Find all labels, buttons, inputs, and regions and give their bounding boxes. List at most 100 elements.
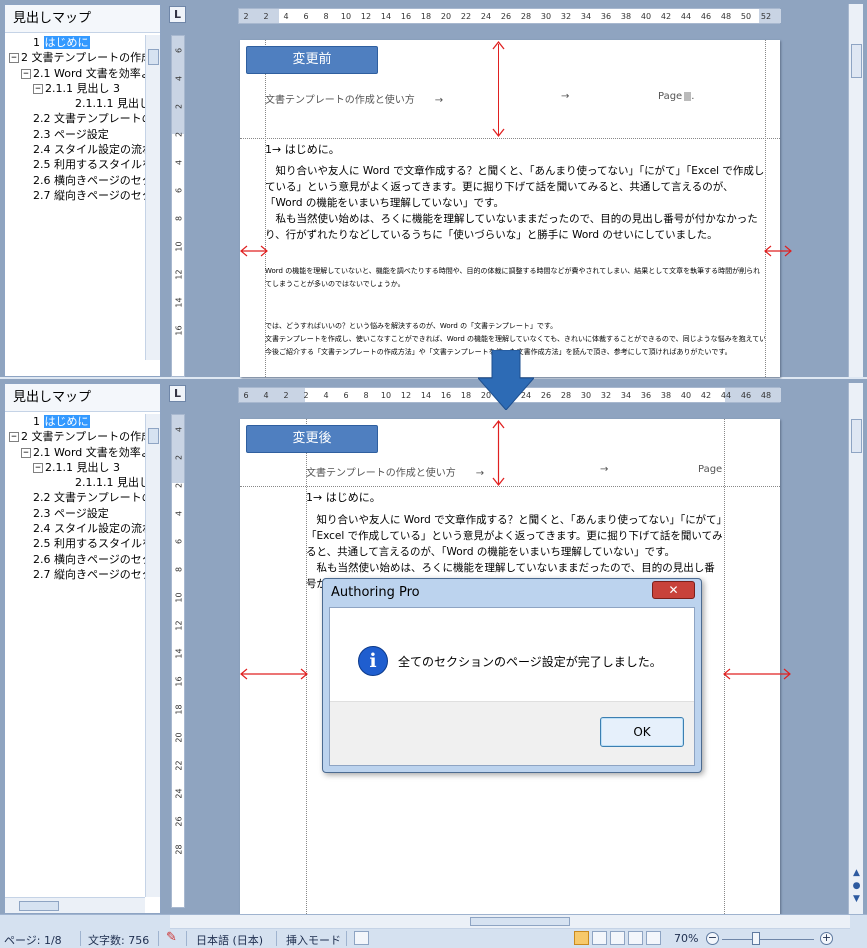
nav-vertical-scrollbar[interactable] [145, 414, 160, 897]
draft-view-button[interactable] [646, 931, 661, 945]
ruler-tick-label: 14 [174, 648, 184, 659]
scroll-thumb[interactable] [148, 49, 159, 65]
tree-item[interactable]: −2.1 Word 文書を効率よく作成 [5, 445, 145, 460]
tree-item[interactable]: 2.6 横向きページのセクション [5, 173, 145, 188]
collapse-icon[interactable]: − [9, 53, 19, 64]
vertical-ruler[interactable]: 4 2 2 4 6 8 10 12 14 16 18 20 22 24 26 28 [171, 414, 185, 908]
ruler-tick-label: 8 [323, 12, 329, 21]
print-layout-view-button[interactable] [574, 931, 589, 945]
tree-item[interactable]: −2 文書テンプレートの作成と使い方 [5, 50, 145, 65]
tree-item[interactable]: 2.5 利用するスタイルを設定 [5, 157, 145, 172]
tree-item[interactable]: 2.7 縦向きページのセクション [5, 188, 145, 203]
zoom-slider[interactable] [722, 939, 814, 940]
scroll-thumb[interactable] [470, 917, 570, 926]
ruler-tick-label: 36 [640, 391, 652, 400]
ruler-tick-label: 6 [303, 12, 309, 21]
ruler-tick-label: 10 [174, 241, 184, 252]
insert-mode-indicator[interactable]: 挿入モード [286, 932, 341, 948]
collapse-icon[interactable]: − [21, 68, 31, 79]
tree-item[interactable]: −2.1.1 見出し 3 [5, 81, 145, 96]
tree-item-number: 2.5 [33, 537, 51, 551]
ruler-tick-label: 14 [420, 391, 432, 400]
ruler-tick-label: 6 [243, 391, 249, 400]
tree-item[interactable]: 2.4 スタイル設定の流れ [5, 142, 145, 157]
ruler-tick-label: 16 [400, 12, 412, 21]
ruler-tick-label: 44 [720, 391, 732, 400]
horizontal-ruler[interactable]: 2 2 4 6 8 10 12 14 16 18 20 22 24 26 28 30 32 34 36 38 40 42 4… [238, 8, 781, 24]
web-layout-view-button[interactable] [610, 931, 625, 945]
ok-button[interactable]: OK [600, 717, 684, 747]
tree-item-label: ページ設定 [54, 127, 109, 141]
ruler-tick-label: 8 [174, 215, 184, 222]
tree-item-number: 2.4 [33, 143, 51, 157]
ruler-tick-label: 12 [360, 12, 372, 21]
outline-view-button[interactable] [628, 931, 643, 945]
tree-item[interactable]: 2.1.1.1 見出し 4 [5, 96, 145, 111]
document-vertical-scrollbar[interactable] [848, 4, 863, 377]
tree-item[interactable]: 2.6 横向きページのセクション [5, 552, 145, 567]
ruler-tick-label: 18 [174, 704, 184, 715]
collapse-icon[interactable]: − [33, 83, 43, 94]
ruler-tick-label: 2 [174, 103, 184, 110]
ruler-tick-label: 46 [740, 391, 752, 400]
dialog-body: i 全てのセクションのページ設定が完了しました。 OK [329, 607, 695, 766]
header-right: Page [698, 464, 722, 475]
document-page[interactable]: 変更前 文書テンプレートの作成と使い方 → → Page. 1→ はじめに。 知… [240, 40, 780, 377]
tree-item[interactable]: 1 はじめに [5, 414, 145, 429]
tree-item[interactable]: 2.7 縦向きページのセクション [5, 567, 145, 582]
tree-item[interactable]: −2 文書テンプレートの作成と使い方 [5, 429, 145, 444]
nav-vertical-scrollbar[interactable] [145, 35, 160, 360]
ruler-tick-label: 40 [680, 391, 692, 400]
collapse-icon[interactable]: − [9, 432, 19, 443]
tree-item[interactable]: 2.3 ページ設定 [5, 506, 145, 521]
scroll-thumb[interactable] [19, 901, 59, 911]
scroll-thumb[interactable] [851, 44, 862, 78]
tree-item[interactable]: 1 はじめに [5, 35, 145, 50]
browse-object-buttons[interactable]: ▲ ● ▼ [851, 867, 862, 906]
close-button[interactable]: ✕ [652, 581, 695, 599]
tree-item[interactable]: −2.1 Word 文書を効率よく作成 [5, 66, 145, 81]
tree-item[interactable]: 2.3 ページ設定 [5, 127, 145, 142]
tree-item[interactable]: 2.4 スタイル設定の流れ [5, 521, 145, 536]
tree-item[interactable]: 2.2 文書テンプレートの作成 [5, 111, 145, 126]
ruler-tick-label: 26 [500, 12, 512, 21]
tab-selector-button[interactable]: L [169, 6, 186, 23]
macro-record-icon[interactable] [354, 931, 369, 945]
ruler-tick-label: 30 [580, 391, 592, 400]
scroll-thumb[interactable] [148, 428, 159, 444]
dialog-title: Authoring Pro [331, 585, 420, 600]
tree-item-label: 横向きページのセクション [54, 552, 145, 566]
collapse-icon[interactable]: − [21, 447, 31, 458]
ruler-tick-label: 22 [174, 760, 184, 771]
zoom-in-button[interactable]: + [820, 932, 833, 945]
paragraph: では、どうすればいいの？という悩みを解決するのが、Word の「文書テンプレート… [265, 322, 558, 330]
navigation-pane-title: 見出しマップ [5, 384, 160, 412]
vertical-ruler[interactable]: 6 4 2 2 4 6 8 10 12 14 16 [171, 35, 185, 377]
word-count[interactable]: 文字数: 756 [88, 932, 149, 948]
ruler-tick-label: 28 [560, 391, 572, 400]
navigation-pane-title: 見出しマップ [5, 5, 160, 33]
document-vertical-scrollbar[interactable]: ▲ ● ▼ [848, 383, 863, 914]
tree-item[interactable]: −2.1.1 見出し 3 [5, 460, 145, 475]
page-count[interactable]: ページ: 1/8 [4, 932, 62, 948]
language-indicator[interactable]: 日本語 (日本) [196, 932, 263, 948]
tab-selector-button[interactable]: L [169, 385, 186, 402]
tree-item-number: 2.6 [33, 173, 51, 187]
tree-item[interactable]: 2.2 文書テンプレートの作成 [5, 490, 145, 505]
tree-item-number: 2.4 [33, 522, 51, 536]
tree-item-label: スタイル設定の流れ [54, 522, 145, 536]
nav-horizontal-scrollbar[interactable] [5, 897, 145, 913]
proofing-icon[interactable]: ✎ [166, 930, 177, 945]
tree-item-number: 2.3 [33, 506, 51, 520]
zoom-out-button[interactable]: − [706, 932, 719, 945]
left-margin-arrow [240, 668, 308, 680]
zoom-slider-thumb[interactable] [752, 932, 760, 945]
document-horizontal-scrollbar[interactable] [170, 915, 850, 929]
tree-item-number: 2.1.1.1 [75, 97, 114, 111]
full-screen-reading-view-button[interactable] [592, 931, 607, 945]
collapse-icon[interactable]: − [33, 462, 43, 473]
tree-item[interactable]: 2.5 利用するスタイルを設定 [5, 536, 145, 551]
zoom-level[interactable]: 70% [674, 932, 698, 945]
scroll-thumb[interactable] [851, 419, 862, 453]
tree-item[interactable]: 2.1.1.1 見出し 4 [5, 475, 145, 490]
